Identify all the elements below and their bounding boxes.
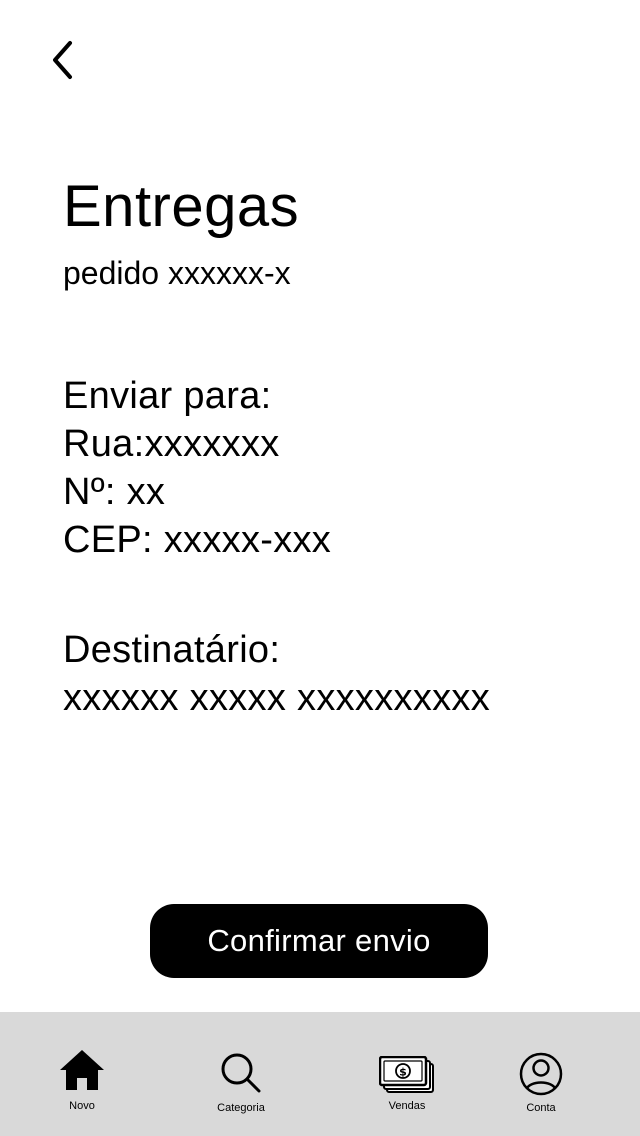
nav-label-novo: Novo <box>69 1100 95 1112</box>
order-number: pedido xxxxxx-x <box>63 255 291 291</box>
money-icon: $ <box>379 1056 435 1094</box>
bottom-navigation: Novo Categoria $ Vendas Conta <box>0 1012 640 1136</box>
confirm-shipment-button[interactable]: Confirmar envio <box>150 904 488 978</box>
user-circle-icon <box>519 1052 563 1096</box>
svg-text:$: $ <box>399 1066 407 1079</box>
shipping-address: Enviar para: Rua:xxxxxxx Nº: xx CEP: xxx… <box>63 372 331 564</box>
number-text: Nº: xx <box>63 471 166 513</box>
shipping-heading: Enviar para: <box>63 375 272 417</box>
page-title: Entregas <box>63 174 300 239</box>
back-button[interactable] <box>40 38 84 86</box>
chevron-left-icon <box>50 39 74 86</box>
recipient-info: Destinatário: xxxxxx xxxxx xxxxxxxxxx <box>63 626 490 722</box>
home-icon <box>58 1048 106 1092</box>
recipient-name: xxxxxx xxxxx xxxxxxxxxx <box>63 677 491 719</box>
search-icon <box>220 1052 262 1094</box>
nav-label-categoria: Categoria <box>217 1102 265 1114</box>
cep-text: CEP: xxxxx-xxx <box>63 519 332 561</box>
nav-item-novo[interactable]: Novo <box>27 1012 137 1136</box>
nav-item-vendas[interactable]: $ Vendas <box>352 1012 462 1136</box>
nav-label-vendas: Vendas <box>388 1100 426 1112</box>
street-text: Rua:xxxxxxx <box>63 423 280 465</box>
nav-item-conta[interactable]: Conta <box>486 1012 596 1136</box>
recipient-heading: Destinatário: <box>63 629 281 671</box>
nav-label-conta: Conta <box>526 1102 556 1114</box>
nav-item-categoria[interactable]: Categoria <box>186 1012 296 1136</box>
